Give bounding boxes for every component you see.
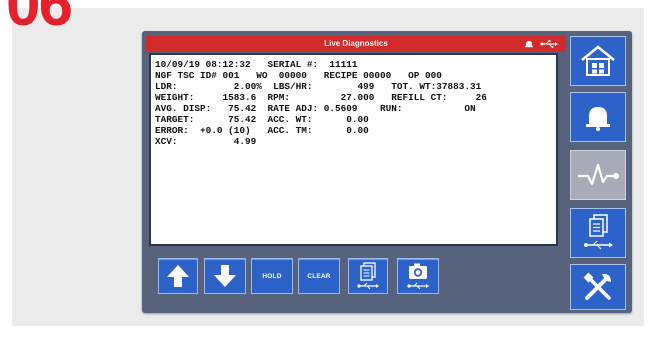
readout-line: XCV: 4.99 — [155, 136, 257, 147]
arrow-down-icon — [214, 265, 236, 287]
alarms-button[interactable] — [570, 92, 626, 142]
camera-usb-icon — [407, 263, 429, 290]
scroll-down-button[interactable] — [204, 258, 246, 294]
step-number: 06 — [6, 0, 73, 39]
readout-line: TARGET: 75.42 ACC. WT: 0.00 — [155, 114, 369, 125]
readout-line: NGF TSC ID# 001 WO 00000 RECIPE 00000 OP… — [155, 70, 442, 81]
diagnostics-pulse-icon — [578, 163, 619, 186]
copy-to-usb-side-button[interactable] — [570, 208, 626, 258]
readout-line: AVG. DISP: 75.42 RATE ADJ: 0.5609 RUN: O… — [155, 103, 476, 114]
window-title: Live Diagnostics — [324, 39, 388, 48]
alarm-bell-icon — [586, 107, 610, 131]
readout-line: 10/09/19 08:12:32 SERIAL #: 11111 — [155, 59, 358, 70]
clear-button[interactable]: CLEAR — [298, 258, 340, 294]
copy-to-usb-icon — [357, 262, 379, 290]
arrow-up-icon — [167, 265, 189, 287]
tools-button[interactable] — [570, 264, 626, 310]
readout-line: ERROR: +0.0 (10) ACC. TM: 0.00 — [155, 125, 369, 136]
usb-icon — [540, 40, 558, 48]
copy-to-usb-button[interactable] — [348, 258, 388, 294]
hold-button[interactable]: HOLD — [251, 258, 293, 294]
home-button[interactable] — [570, 36, 626, 86]
diagnostics-readout: 10/09/19 08:12:32 SERIAL #: 11111 NGF TS… — [149, 53, 558, 246]
copy-to-usb-icon — [584, 214, 613, 250]
readout-line: WEIGHT: 1583.6 RPM: 27.000 REFILL CT: 26 — [155, 92, 487, 103]
scroll-up-button[interactable] — [158, 258, 198, 294]
readout-line: LDR: 2.00% LBS/HR: 499 TOT. WT:37883.31 — [155, 81, 482, 92]
clear-label: CLEAR — [307, 272, 331, 280]
diagnostics-button[interactable] — [570, 150, 626, 200]
alarm-bell-icon — [525, 41, 533, 48]
home-icon — [581, 45, 615, 76]
readout-text: 10/09/19 08:12:32 SERIAL #: 11111 NGF TS… — [151, 55, 556, 147]
screenshot-to-usb-button[interactable] — [397, 258, 439, 294]
hold-label: HOLD — [262, 272, 282, 280]
title-bar: Live Diagnostics — [146, 36, 566, 52]
tools-icon — [583, 272, 611, 300]
status-icons — [524, 37, 558, 51]
